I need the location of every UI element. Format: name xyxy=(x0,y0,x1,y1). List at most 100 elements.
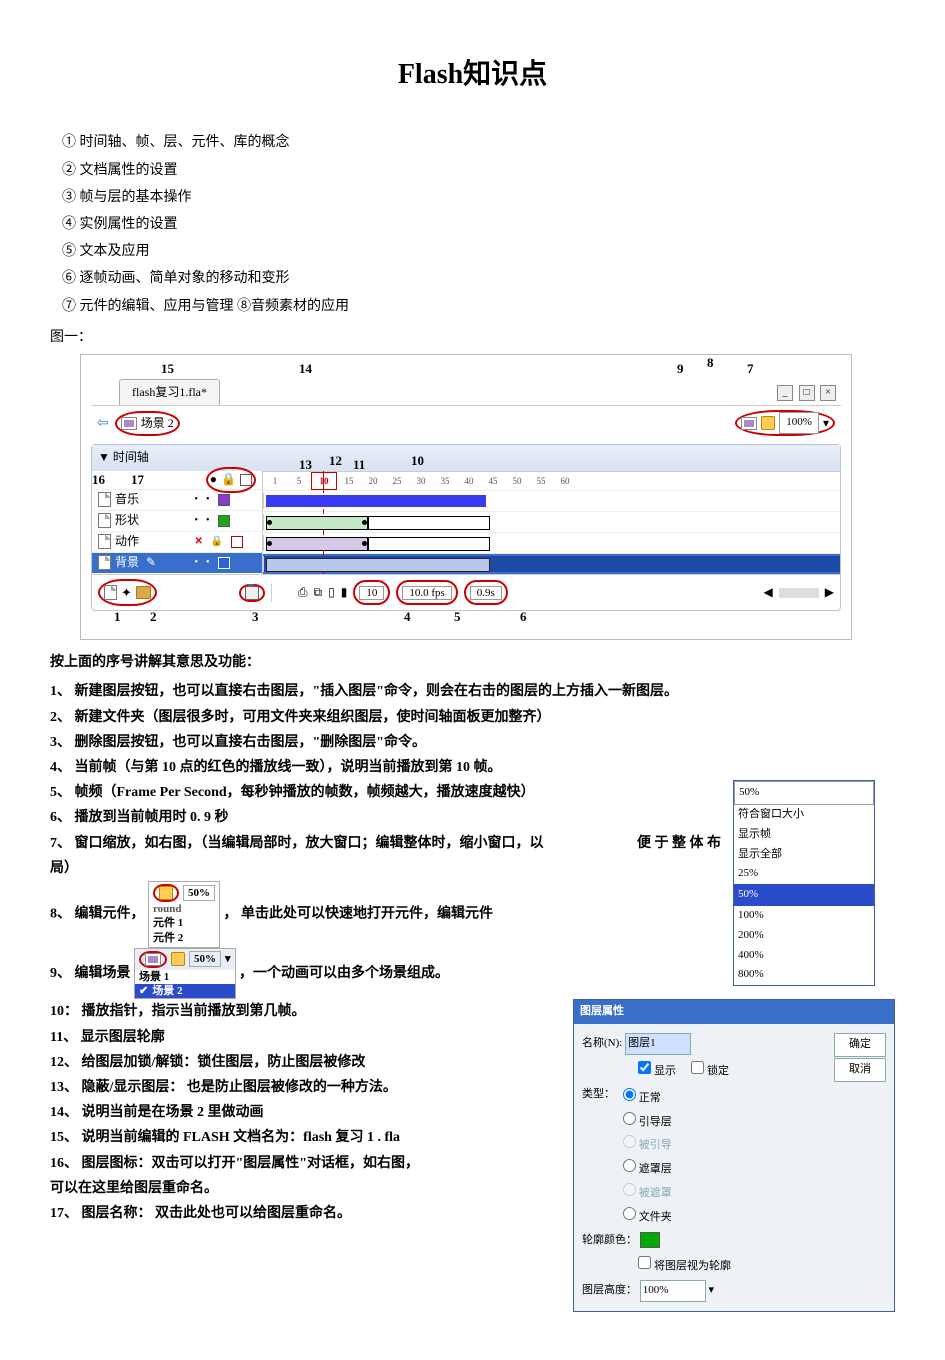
delete-layer-button[interactable] xyxy=(245,586,259,600)
intro-item: ⑥ 逐帧动画、简单对象的移动和变形 xyxy=(62,266,895,291)
intro-item: ① 时间轴、帧、层、元件、库的概念 xyxy=(62,130,895,155)
zoom-option[interactable]: 400% xyxy=(734,946,874,966)
as-outline-label: 将图层视为轮廓 xyxy=(654,1260,731,1272)
symbol-item[interactable]: 元件 1 xyxy=(153,916,215,930)
show-checkbox[interactable] xyxy=(638,1061,651,1074)
zoom-option[interactable]: 显示帧 xyxy=(734,825,874,845)
scroll-right-icon[interactable]: ▶ xyxy=(825,582,834,604)
ok-button[interactable]: 确定 xyxy=(834,1033,886,1057)
explain-9-pre: 9、 编辑场景 xyxy=(50,966,131,981)
layer-properties-dialog: 图层属性 名称(N): 图层1 确定 显示 锁定 取消 类型： 正常 引导层 被… xyxy=(573,999,895,1312)
symbol-picker-inline: 50% round 元件 1 元件 2 xyxy=(148,881,220,948)
callout-2: 2 xyxy=(150,605,157,628)
zoom-option[interactable]: 100% xyxy=(734,906,874,926)
layer-name: 背景 xyxy=(115,552,139,574)
intro-item: ⑤ 文本及应用 xyxy=(62,239,895,264)
cancel-button[interactable]: 取消 xyxy=(834,1058,886,1082)
lock-label: 锁定 xyxy=(707,1065,729,1077)
new-folder-button[interactable] xyxy=(136,586,151,599)
zoom-option[interactable]: 符合窗口大小 xyxy=(734,805,874,825)
layer-row-bg[interactable]: 背景 ✎ •• xyxy=(92,552,262,573)
layer-icon xyxy=(98,534,111,549)
zoom-option[interactable]: 200% xyxy=(734,926,874,946)
scene-item-selected[interactable]: ✔场景 2 xyxy=(135,984,235,998)
as-outline-checkbox[interactable] xyxy=(638,1256,651,1269)
layer-icon xyxy=(98,555,111,570)
elapsed-readout: 0.9s xyxy=(470,586,502,600)
new-guide-button[interactable]: ✦ xyxy=(121,581,132,604)
figure1-label: 图一： xyxy=(50,325,895,350)
callout-12: 12 xyxy=(329,449,342,472)
callout-4: 4 xyxy=(404,605,411,628)
center-frame-icon[interactable]: ⧉ xyxy=(314,582,323,604)
outline-color-label: 轮廓颜色： xyxy=(582,1234,637,1246)
ruler-tick: 35 xyxy=(433,473,457,489)
explain-item: 1、 新建图层按钮，也可以直接右击图层，"插入图层"命令，则会在右击的图层的上方… xyxy=(50,679,895,704)
edit-symbol-icon[interactable] xyxy=(761,416,775,430)
intro-item: ② 文档属性的设置 xyxy=(62,158,895,183)
callout-11: 11 xyxy=(353,453,365,476)
intro-item: ④ 实例属性的设置 xyxy=(62,212,895,237)
track-shape[interactable] xyxy=(263,514,840,530)
inline-zoom: 50% xyxy=(183,885,215,901)
zoom-option-selected[interactable]: 50% xyxy=(734,884,874,906)
dropdown-icon[interactable]: ▾ xyxy=(823,413,829,435)
symbol-name: round xyxy=(153,902,215,916)
zoom-dropdown[interactable]: 50% 符合窗口大小 显示帧 显示全部 25% 50% 100% 200% 40… xyxy=(733,780,875,986)
edit-symbol-icon[interactable] xyxy=(171,952,185,966)
restore-button[interactable]: □ xyxy=(799,385,815,401)
zoom-option[interactable]: 显示全部 xyxy=(734,845,874,865)
type-radio-normal[interactable] xyxy=(623,1088,636,1101)
zoom-option[interactable]: 25% xyxy=(734,864,874,884)
type-radio-guide[interactable] xyxy=(623,1112,636,1125)
type-radio-mask[interactable] xyxy=(623,1159,636,1172)
callout-3: 3 xyxy=(252,605,259,628)
onion-skin-icon[interactable]: ⎙ xyxy=(298,582,308,604)
fps-readout: 10.0 fps xyxy=(402,586,451,600)
new-layer-button[interactable] xyxy=(104,585,117,600)
explain-item: 4、 当前帧（与第 10 点的红色的播放线一致），说明当前播放到第 10 帧。 xyxy=(50,755,895,780)
edit-scene-icon[interactable] xyxy=(145,953,161,966)
zoom-option[interactable]: 800% xyxy=(734,965,874,985)
layer-row-shape[interactable]: 形状 •• xyxy=(92,510,262,531)
scene-crumb[interactable]: 场景 2 xyxy=(115,411,180,437)
layer-icon xyxy=(98,492,111,507)
explain-item: 3、 删除图层按钮，也可以直接右击图层，"删除图层"命令。 xyxy=(50,730,895,755)
lock-checkbox[interactable] xyxy=(691,1061,704,1074)
figure1-timeline-screenshot: 15 14 9 8 7 flash复习1.fla* _ □ × ⇦ 场景 2 1… xyxy=(80,354,852,640)
callout-16: 16 xyxy=(92,468,105,491)
scene-name: 场景 2 xyxy=(141,413,174,435)
layer-height-select[interactable]: 100% xyxy=(640,1280,706,1302)
edit-scene-icon[interactable] xyxy=(741,417,757,430)
close-button[interactable]: × xyxy=(820,385,836,401)
layer-row-music[interactable]: 音乐 •• xyxy=(92,489,262,510)
layer-row-action[interactable]: 动作 ✕🔒 xyxy=(92,531,262,552)
type-radio-folder[interactable] xyxy=(623,1207,636,1220)
edit-multiple-icon[interactable]: ▮ xyxy=(341,582,348,604)
scene-item[interactable]: 场景 1 xyxy=(135,970,235,984)
frame-ruler[interactable]: 1 5 10 15 20 25 30 35 40 45 50 55 60 xyxy=(263,471,840,490)
track-music[interactable] xyxy=(263,493,840,509)
layer-name-input[interactable]: 图层1 xyxy=(625,1033,691,1055)
zoom-select[interactable]: 100% xyxy=(779,412,819,434)
document-tab[interactable]: flash复习1.fla* xyxy=(119,379,220,406)
lock-column-icon[interactable]: 🔒 xyxy=(221,469,236,491)
playhead[interactable]: 10 xyxy=(311,472,337,490)
onion-outline-icon[interactable]: ▯ xyxy=(328,582,335,604)
track-action[interactable] xyxy=(263,535,840,551)
ruler-tick: 50 xyxy=(505,473,529,489)
name-label: 名称(N): xyxy=(582,1037,622,1049)
minimize-button[interactable]: _ xyxy=(777,385,793,401)
ruler-tick: 30 xyxy=(409,473,433,489)
symbol-item[interactable]: 元件 2 xyxy=(153,931,215,945)
track-bg[interactable] xyxy=(263,556,840,572)
visibility-column-icon[interactable]: ● xyxy=(210,469,217,491)
outline-column-icon[interactable] xyxy=(240,474,252,486)
ruler-tick: 1 xyxy=(263,473,287,489)
outline-color-swatch[interactable] xyxy=(640,1232,660,1248)
callout-13: 13 xyxy=(299,453,312,476)
edit-symbol-icon[interactable] xyxy=(159,886,173,900)
back-arrow-icon[interactable]: ⇦ xyxy=(97,411,109,436)
scroll-left-icon[interactable]: ◀ xyxy=(764,582,773,604)
layer-name: 动作 xyxy=(115,531,139,553)
